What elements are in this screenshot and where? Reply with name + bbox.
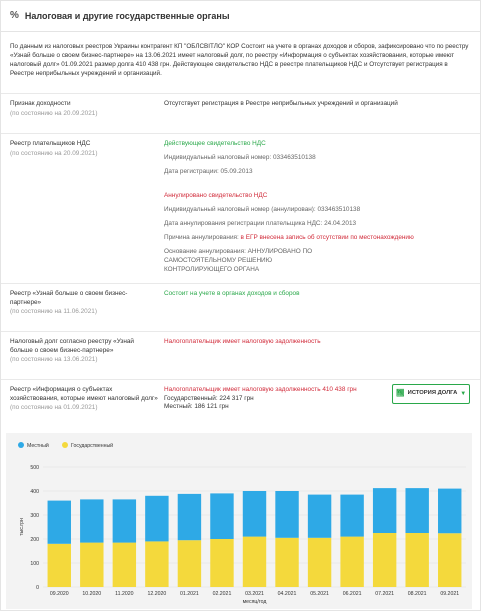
debt-chart: Местный Государственный 0 100 200 300 400 500 ты… — [6, 433, 472, 609]
vat-annul-basis: Основание аннулирования: АННУЛИРОВАНО ПО… — [164, 248, 313, 273]
partner-status: Состоит на учете в органах доходов и сбо… — [164, 290, 300, 297]
x-tick-label: 02.2021 — [213, 591, 232, 597]
bar-local — [275, 491, 299, 538]
vat-active-reg-date: Дата регистрации: 05.09.2013 — [164, 168, 253, 176]
bar-local — [210, 493, 234, 539]
income-status: Отсутствует регистрация в Реестре неприб… — [164, 100, 398, 107]
intro-text: По данным из налоговых реестров Украины … — [10, 43, 469, 78]
bar-local — [438, 488, 462, 534]
row-label: Реестр «Узнай больше о своем бизнес-парт… — [10, 290, 128, 306]
bar-state — [242, 536, 267, 587]
bar-local — [80, 499, 104, 543]
bar-state — [307, 537, 332, 587]
debt-chart-svg: Местный Государственный 0 100 200 300 400 500 ты… — [18, 442, 466, 605]
y-tick-label: 100 — [30, 561, 39, 567]
x-tick-label: 01.2021 — [180, 591, 199, 597]
legend-swatch — [18, 442, 24, 448]
local-debt: Местный: 186 121 грн — [164, 403, 229, 411]
chart-line-icon: 📉︎ — [395, 390, 405, 398]
bar-state — [275, 537, 299, 587]
x-axis-label: месяц/год — [243, 599, 267, 605]
bar-local — [307, 494, 332, 538]
bar-state — [405, 533, 429, 587]
bar-state — [177, 540, 202, 587]
row-date: (по состоянию на 11.06.2021) — [10, 308, 97, 316]
row-date: (по состоянию на 20.09.2021) — [10, 149, 98, 157]
row-partner-registry: Реестр «Узнай больше о своем бизнес-парт… — [1, 283, 480, 327]
bar-local — [242, 491, 267, 537]
vat-annulled-date: Дата аннулирования регистрации плательщи… — [164, 220, 357, 228]
bar-state — [80, 542, 104, 587]
x-tick-label: 10.2020 — [82, 591, 101, 597]
y-tick-label: 400 — [30, 489, 39, 495]
y-tick-label: 200 — [30, 537, 39, 543]
bar-state — [47, 543, 71, 587]
x-tick-label: 11.2020 — [115, 591, 133, 597]
bar-state — [438, 533, 462, 587]
y-tick-label: 300 — [30, 513, 39, 519]
debt-info-status: Налогоплательщик имеет налоговую задолже… — [164, 386, 357, 393]
row-label: Реестр плательщиков НДС — [10, 140, 91, 147]
bar-local — [47, 500, 71, 544]
x-tick-label: 05.2021 — [310, 591, 329, 597]
debt-history-button[interactable]: 📉︎ ИСТОРИЯ ДОЛГА ▼ — [392, 384, 470, 404]
row-vat-registry: Реестр плательщиков НДС (по состоянию на… — [1, 133, 480, 283]
x-tick-label: 03.2021 — [245, 591, 264, 597]
bar-local — [177, 493, 202, 541]
x-tick-label: 09.2020 — [50, 591, 69, 597]
legend-swatch — [62, 442, 68, 448]
bar-state — [145, 541, 169, 587]
row-date: (по состоянию на 20.09.2021) — [10, 109, 98, 117]
bar-local — [145, 495, 169, 542]
debt-partner-status: Налогоплательщик имеет налоговую задолже… — [164, 338, 321, 345]
vat-active-tax-number: Индивидуальный налоговый номер: 03346351… — [164, 154, 316, 162]
legend-label: Местный — [27, 442, 49, 449]
y-tick-label: 0 — [36, 585, 39, 591]
bar-local — [405, 488, 429, 533]
row-debt-info: Реестр «Информация о субъектах хозяйство… — [1, 379, 480, 433]
percent-icon: % — [10, 10, 19, 22]
section-header: % Налоговая и другие государственные орг… — [1, 1, 480, 32]
bar-local — [112, 499, 137, 543]
bar-state — [112, 542, 137, 587]
bar-state — [210, 539, 234, 587]
legend-label: Государственный — [71, 442, 113, 449]
bar-local — [340, 494, 364, 537]
row-date: (по состоянию на 01.09.2021) — [10, 404, 98, 412]
x-tick-label: 09.2021 — [440, 591, 459, 597]
state-debt: Государственный: 224 317 грн — [164, 394, 254, 402]
x-tick-label: 08.2021 — [408, 591, 427, 597]
debt-history-label: ИСТОРИЯ ДОЛГА — [407, 390, 458, 397]
row-label: Признак доходности — [10, 100, 71, 107]
vat-annulled-tax-number: Индивидуальный налоговый номер (аннулиро… — [164, 206, 361, 214]
bar-state — [372, 533, 397, 587]
annul-reason-value: в ЕГР внесена запись об отсутствии по ме… — [240, 234, 414, 242]
bar-local — [372, 488, 397, 533]
vat-active-status: Действующее свидетельство НДС — [164, 140, 266, 147]
vat-annul-reason: Причина аннулирования: в ЕГР внесена зап… — [164, 234, 414, 242]
row-income-sign: Признак доходности (по состоянию на 20.0… — [1, 93, 480, 133]
bar-state — [340, 536, 364, 587]
row-label: Налоговый долг согласно реестру «Узнай б… — [10, 338, 135, 354]
chevron-down-icon: ▼ — [460, 390, 467, 397]
section-title: Налоговая и другие государственные орган… — [24, 10, 230, 21]
x-tick-label: 12.2020 — [148, 591, 167, 597]
x-tick-label: 07.2021 — [375, 591, 394, 597]
row-date: (по состоянию на 13.06.2021) — [10, 356, 98, 364]
y-tick-label: 500 — [30, 465, 39, 471]
row-label: Реестр «Информация о субъектах хозяйство… — [10, 386, 158, 402]
x-tick-label: 06.2021 — [343, 591, 362, 597]
row-debt-partner: Налоговый долг согласно реестру «Узнай б… — [1, 331, 480, 377]
vat-annulled-status: Аннулировано свидетельство НДС — [164, 191, 268, 199]
x-tick-label: 04.2021 — [278, 591, 297, 597]
tax-authorities-card: % Налоговая и другие государственные орг… — [0, 0, 481, 611]
y-axis-label: тыс.грн — [19, 518, 25, 536]
